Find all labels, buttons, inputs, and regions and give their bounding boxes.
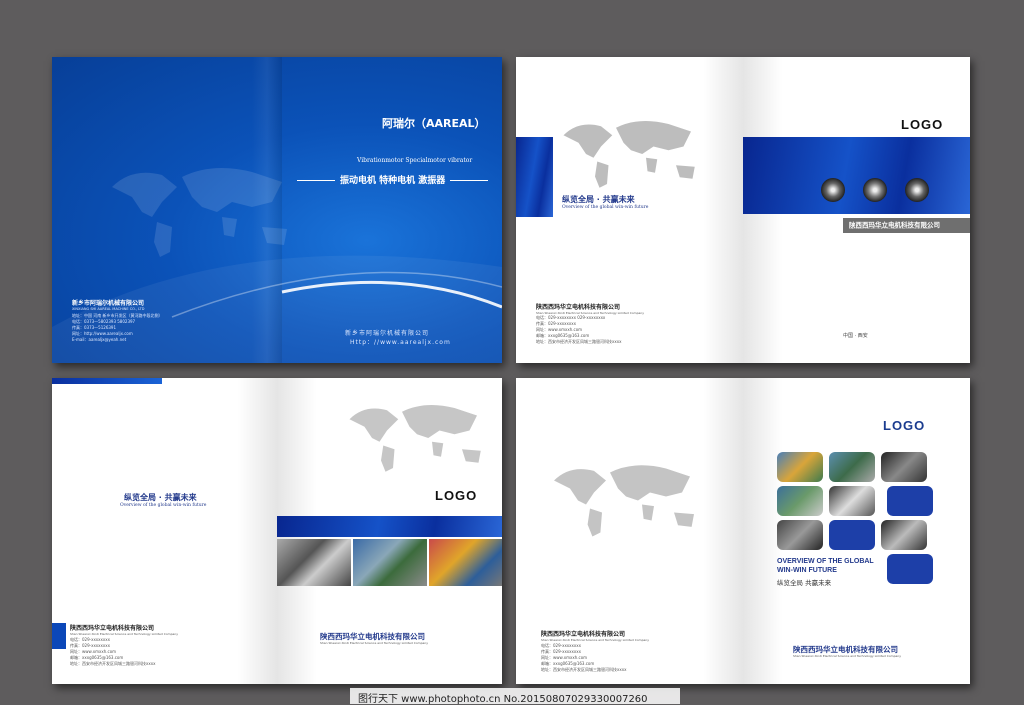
left-company-name: 新乡市阿瑞尔机械有限公司 <box>72 300 145 307</box>
right-company-name: 新乡市阿瑞尔机械有限公司 <box>345 330 430 337</box>
overview-english-2: WIN-WIN FUTURE <box>777 567 837 574</box>
brand-title: 阿瑞尔（AAREAL） <box>382 117 486 130</box>
contact-5: 地址：西安市经济开发区凤城三路银河科技xxxx <box>70 661 156 666</box>
machine-photo-2 <box>863 178 887 202</box>
right-company-url: Http：//www.aarealjx.com <box>350 339 451 346</box>
tile-photo-1 <box>777 452 823 482</box>
company-right-english: Shan Shaanxi Xindi Electrical Science an… <box>320 641 429 645</box>
tile-photo-2 <box>829 452 875 482</box>
tagline-chinese: 振动电机 特种电机 激振器 <box>340 176 446 186</box>
slogan-chinese: 纵览全局 · 共赢未来 <box>562 195 635 204</box>
blue-photo-band <box>743 137 970 214</box>
logo-text: LOGO <box>883 418 926 433</box>
blue-strip <box>277 516 502 537</box>
contact-5: 地址：西安市经济开发区凤城三路银河科技xxxx <box>541 667 627 672</box>
world-map <box>349 405 481 472</box>
logo-text: LOGO <box>901 117 944 132</box>
brochure-spread-2: 纵览全局 · 共赢未来 Overview of the global win-w… <box>516 57 970 363</box>
tile-photo-7 <box>881 520 927 550</box>
contact-5: 地址：西安市经济开发区凤城三路银河科技xxxx <box>536 339 622 344</box>
blue-accent-band <box>516 137 553 217</box>
tile-blue-2 <box>829 520 875 550</box>
overview-chinese: 纵览全局 共赢未来 <box>777 579 832 587</box>
machine-photo-1 <box>821 178 845 202</box>
blue-marker <box>52 623 66 649</box>
company-label-bar: 陕西西玛华立电机科技有限公司 SHAN SHAANXI XINDI ELECTR… <box>843 218 970 233</box>
slogan-english: Overview of the global win-win future <box>120 503 207 508</box>
machine-photo-3 <box>905 178 929 202</box>
slogan-chinese: 纵览全局 · 共赢未来 <box>124 493 197 502</box>
factory-photo-1 <box>277 539 351 586</box>
brochure-spread-cover: 阿瑞尔（AAREAL） Vibrationmotor Specialmotor … <box>52 57 502 363</box>
logo-text: LOGO <box>435 488 478 503</box>
tile-photo-5 <box>829 486 875 516</box>
overview-english-1: OVERVIEW OF THE GLOBAL <box>777 558 874 565</box>
world-map <box>563 121 695 188</box>
world-map <box>554 465 694 537</box>
watermark-bar: 图行天下 www.photophoto.cn No.20150807029330… <box>350 688 680 705</box>
company-label-english: SHAN SHAANXI XINDI ELECTRICAL SCIENCE AN… <box>849 228 932 230</box>
watermark-text: 图行天下 www.photophoto.cn No.20150807029330… <box>358 694 648 705</box>
left-company-english: XINXIANG SHI AAREAL MACHINE CO., LTD <box>72 307 145 311</box>
slogan-english: Overview of the global win-win future <box>562 205 649 210</box>
tile-photo-6 <box>777 520 823 550</box>
top-blue-bar <box>52 378 162 384</box>
tagline-english: Vibrationmotor Specialmotor vibrator <box>357 157 473 164</box>
left-contact-5: E-mail：aarealjx@yeah.net <box>72 337 127 342</box>
tile-blue-3 <box>887 554 933 584</box>
tile-blue-1 <box>887 486 933 516</box>
brochure-spread-4: 陕西西玛华立电机科技有限公司 Shan Shaanxi Xindi Electr… <box>516 378 970 684</box>
factory-photo-2 <box>353 539 427 586</box>
location: 中国 · 西安 <box>843 333 868 339</box>
tagline-chinese-wrap: 振动电机 特种电机 激振器 <box>297 173 489 186</box>
company-right-english: Shan Shaanxi Xindi Electrical Science an… <box>793 654 902 658</box>
brochure-spread-3: 纵览全局 · 共赢未来 Overview of the global win-w… <box>52 378 502 684</box>
factory-photo-3 <box>429 539 502 586</box>
tile-photo-3 <box>881 452 927 482</box>
tile-photo-4 <box>777 486 823 516</box>
